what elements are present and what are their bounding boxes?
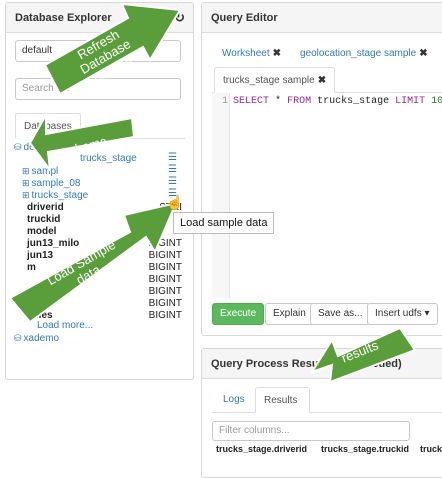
editor-header: Query Editor <box>202 3 442 33</box>
explorer-header: Database Explorer ↻ <box>6 3 193 33</box>
explain-button[interactable]: Explain <box>265 303 314 325</box>
star: * <box>275 96 282 107</box>
column-type: BIGINT <box>148 310 182 321</box>
column-type: BIGINT <box>148 298 182 309</box>
column-name: model <box>27 226 57 237</box>
tree-db-default[interactable]: ⛁ def <box>14 141 37 153</box>
tree-table-1[interactable]: trucks_stage <box>80 153 137 165</box>
table-2-label: sampl <box>31 166 59 177</box>
line-number: 1 <box>222 96 229 107</box>
column-name: truckid <box>27 214 61 225</box>
result-column-header[interactable]: trucks_stage.truckid <box>321 444 409 454</box>
list-icon[interactable]: ☰ <box>168 152 177 163</box>
kw-from: FROM <box>287 96 312 107</box>
editor-title: Query Editor <box>211 12 278 24</box>
column-type: BIGINT <box>148 286 182 297</box>
sql-code-line[interactable]: SELECT * FROM trucks_stage LIMIT 100; <box>233 96 442 107</box>
results-title: Query Process Resul <box>211 358 322 370</box>
sql-table: trucks_stage <box>317 96 390 107</box>
save-as-button[interactable]: Save as... <box>310 303 371 325</box>
column-type: BIGINT <box>148 250 182 261</box>
results-panel: Query Process Resul cceeded) <box>201 348 442 478</box>
column-row[interactable]: driverid STRI <box>27 202 182 214</box>
table-3-label: trucks_stage <box>31 190 89 201</box>
database-icon: ⛁ <box>14 333 22 343</box>
hand-cursor-icon: ☝ <box>166 194 184 210</box>
refresh-icon[interactable]: ↻ <box>174 3 185 33</box>
tab-databases[interactable]: Databases <box>15 113 81 139</box>
close-icon[interactable]: ✖ <box>318 75 326 86</box>
table-icon: ⊞ <box>22 166 30 176</box>
list-icon[interactable]: ☰ <box>168 164 177 175</box>
table-2b-label: sample_08 <box>31 178 81 189</box>
tab-results[interactable]: Results <box>255 387 310 413</box>
load-sample-tooltip: Load sample data <box>173 212 275 234</box>
explorer-title: Database Explorer <box>15 12 112 24</box>
insert-udfs-button[interactable]: Insert udfs ▾ <box>367 303 438 325</box>
column-type: BIGINT <box>148 274 182 285</box>
column-name: jun13 <box>27 250 54 261</box>
column-type: BIGINT <box>148 262 182 273</box>
caret-down-icon: ▾ <box>424 308 430 319</box>
load-more-label: Load more... <box>37 320 94 331</box>
limit-value: 100 <box>431 96 442 107</box>
worksheet-label: Worksheet <box>222 48 270 59</box>
results-header: Query Process Resul cceeded) <box>202 349 442 379</box>
column-type: BIGINT <box>148 238 182 249</box>
kw-select: SELECT <box>233 96 270 107</box>
kw-limit: LIMIT <box>395 96 426 107</box>
tab-worksheet[interactable]: Worksheet ✖ <box>222 48 281 59</box>
close-icon[interactable]: ✖ <box>273 48 281 59</box>
table-icon: ⊞ <box>22 178 30 188</box>
geo-label: geolocation_stage sample <box>300 48 417 59</box>
tree-db-xademo[interactable]: ⛁ xademo <box>14 332 59 344</box>
table-icon: ⊞ <box>22 190 30 200</box>
load-more-link[interactable]: Load more... <box>37 320 93 332</box>
insert-udfs-label: Insert udfs <box>375 308 422 319</box>
result-column-header[interactable]: trucks_st <box>420 444 442 454</box>
tab-geolocation[interactable]: geolocation_stage sample ✖ <box>300 48 428 59</box>
column-name: m <box>27 262 36 273</box>
column-row[interactable]: model <box>27 226 182 238</box>
execute-button[interactable]: Execute <box>212 303 265 325</box>
table-1-label: trucks_stage <box>80 153 137 164</box>
tree-table-2b[interactable]: ⊞ sample_08 <box>22 177 80 189</box>
tree-table-3[interactable]: ⊞ trucks_stage <box>22 189 88 201</box>
close-icon[interactable]: ✖ <box>419 48 427 59</box>
db-xademo-label: xademo <box>23 333 60 344</box>
result-column-header[interactable]: trucks_stage.driverid <box>216 444 307 454</box>
column-name: jun13_milo <box>27 238 80 249</box>
list-icon[interactable]: ☰ <box>168 176 177 187</box>
editor-gutter <box>212 93 230 298</box>
tab-logs[interactable]: Logs <box>215 387 253 413</box>
filter-columns-input[interactable]: Filter columns... <box>212 421 410 441</box>
column-row[interactable]: truckid <box>27 214 182 226</box>
database-icon: ⛁ <box>14 142 22 152</box>
tab-trucks-stage-sample[interactable]: trucks_stage sample ✖ <box>214 67 336 93</box>
column-name: driverid <box>27 202 64 213</box>
db-default-label: def <box>23 142 38 153</box>
tree-table-2[interactable]: ⊞ sampl <box>22 165 58 177</box>
query-tab-label: trucks_stage sample <box>223 75 315 86</box>
